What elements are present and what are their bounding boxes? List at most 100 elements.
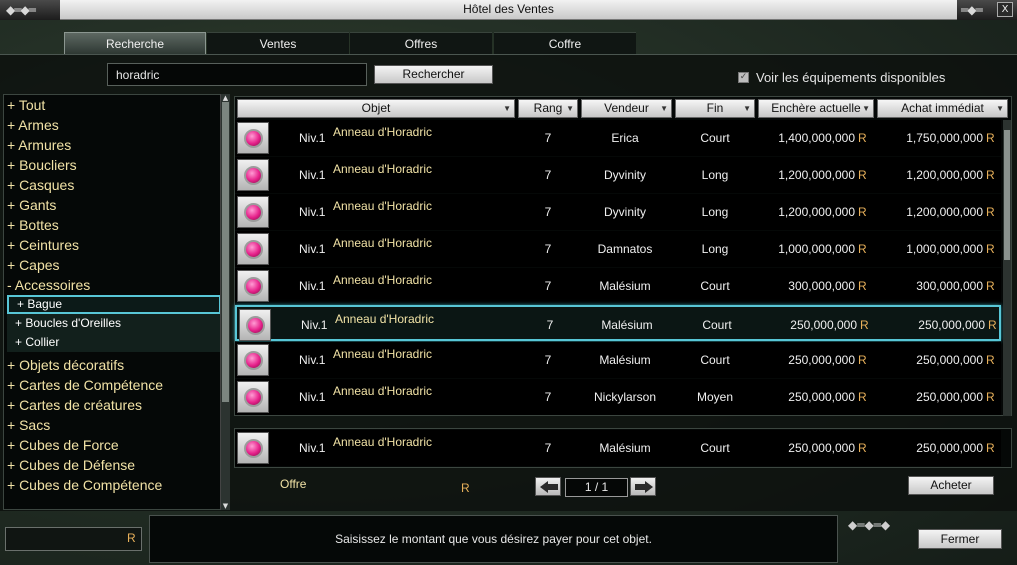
item-rank: 7 [544,168,552,182]
tab-recherche[interactable]: Recherche [64,32,206,54]
title-bar[interactable]: ◆═◆═ Hôtel des Ventes ═◆═ X [0,0,1017,20]
item-end: Long [701,168,729,182]
ring-icon [239,309,271,341]
close-button[interactable]: Fermer [918,529,1002,549]
column-header-buyout-label: Achat immédiat [901,101,984,115]
category-objets-decoratifs[interactable]: + Objets décoratifs [7,355,124,375]
column-header-bid-label: Enchère actuelle [771,101,861,115]
category-casques[interactable]: + Casques [7,175,74,195]
category-boucliers[interactable]: + Boucliers [7,155,77,175]
item-rank: 7 [544,390,552,404]
category-armures[interactable]: + Armures [7,135,71,155]
listing-row[interactable]: Niv.1 Anneau d'Horadric 7 Malésium Court 300,… [235,268,1001,304]
previous-page-button[interactable] [535,477,561,496]
category-sacs[interactable]: + Sacs [7,415,50,435]
offer-currency-icon: R [461,481,470,495]
gem-icon [246,316,265,335]
category-cubes-defense[interactable]: + Cubes de Défense [7,455,135,475]
currency-icon: R [858,279,867,293]
listings-scrollbar[interactable] [1003,120,1011,416]
sort-icon: ▼ [503,104,511,113]
gem-icon [244,166,263,185]
item-end: Court [700,279,730,293]
currency-icon: R [858,441,867,455]
sort-icon: ▼ [996,104,1004,113]
item-name: Anneau d'Horadric [333,236,433,250]
ring-icon [237,344,269,376]
category-accessoires[interactable]: - Accessoires [7,275,90,295]
currency-icon: R [858,168,867,182]
search-button[interactable]: Rechercher [374,65,493,84]
item-name: Anneau d'Horadric [335,312,435,326]
column-header-seller[interactable]: Vendeur ▼ [581,99,672,118]
item-level: Niv.1 [299,279,326,293]
currency-icon: R [988,318,997,332]
category-cartes-creatures[interactable]: + Cartes de créatures [7,395,142,415]
show-available-checkbox[interactable]: ✓ [738,72,749,83]
buy-button[interactable]: Acheter [908,476,994,495]
category-cartes-competence[interactable]: + Cartes de Compétence [7,375,163,395]
item-level: Niv.1 [301,318,328,332]
item-end: Court [700,441,730,455]
gem-icon [244,203,263,222]
category-cubes-competence[interactable]: + Cubes de Compétence [7,475,162,495]
item-end: Long [701,205,729,219]
item-end: Court [700,131,730,145]
item-bid: 250,000,000 [788,441,855,455]
item-rank: 7 [544,131,552,145]
currency-icon: R [986,168,995,182]
category-tout[interactable]: + Tout [7,95,45,115]
currency-icon: R [858,353,867,367]
category-scrollbar-thumb[interactable] [222,102,229,402]
tab-ventes[interactable]: Ventes [207,32,349,54]
item-buyout: 1,000,000,000 [906,242,983,256]
page-indicator: 1 / 1 [565,478,628,497]
column-header-bid[interactable]: Enchère actuelle ▼ [758,99,874,118]
column-header-rank[interactable]: Rang ▼ [518,99,578,118]
offer-label: Offre [280,477,307,491]
tab-offres[interactable]: Offres [350,32,492,54]
column-header-item-label: Objet [361,101,391,115]
listing-row[interactable]: Niv.1 Anneau d'Horadric 7 Nickylarson Moyen 2… [235,379,1001,415]
item-rank: 7 [544,279,552,293]
column-header-buyout[interactable]: Achat immédiat ▼ [877,99,1008,118]
ornament-icon: ◆═◆═◆ [848,518,891,532]
item-end: Long [701,242,729,256]
scroll-down-icon[interactable]: ▼ [221,502,230,510]
column-header-seller-label: Vendeur [604,101,649,115]
listings-scrollbar-thumb[interactable] [1004,130,1010,260]
currency-icon: R [986,353,995,367]
subcategory-bague[interactable]: + Bague [7,295,221,314]
category-scrollbar[interactable]: ▲ ▼ [220,94,230,510]
item-seller: Dyvinity [603,168,646,182]
category-gants[interactable]: + Gants [7,195,56,215]
item-bid: 1,400,000,000 [778,131,855,145]
subcategory-collier[interactable]: + Collier [7,333,221,352]
currency-icon: R [986,205,995,219]
tab-coffre[interactable]: Coffre [494,32,636,54]
selected-item-row: Niv.1 Anneau d'Horadric 7 Malésium Court… [235,430,1001,466]
subcategory-boucles-oreilles[interactable]: + Boucles d'Oreilles [7,314,221,333]
close-icon[interactable]: X [997,2,1013,17]
scroll-up-icon[interactable]: ▲ [221,94,230,102]
item-level: Niv.1 [299,168,326,182]
category-armes[interactable]: + Armes [7,115,59,135]
item-name: Anneau d'Horadric [333,125,433,139]
next-page-button[interactable] [630,477,656,496]
sort-icon: ▼ [862,104,870,113]
item-name: Anneau d'Horadric [333,162,433,176]
category-cubes-force[interactable]: + Cubes de Force [7,435,119,455]
item-bid: 1,000,000,000 [778,242,855,256]
item-level: Niv.1 [299,441,326,455]
category-capes[interactable]: + Capes [7,255,60,275]
gem-icon [244,240,263,259]
bid-amount-input[interactable] [5,527,142,551]
item-buyout: 250,000,000 [916,353,983,367]
search-input[interactable] [107,63,367,86]
column-header-end[interactable]: Fin ▼ [675,99,755,118]
category-ceintures[interactable]: + Ceintures [7,235,79,255]
item-name: Anneau d'Horadric [333,273,433,287]
category-bottes[interactable]: + Bottes [7,215,59,235]
currency-icon: R [986,390,995,404]
item-buyout: 1,200,000,000 [906,205,983,219]
